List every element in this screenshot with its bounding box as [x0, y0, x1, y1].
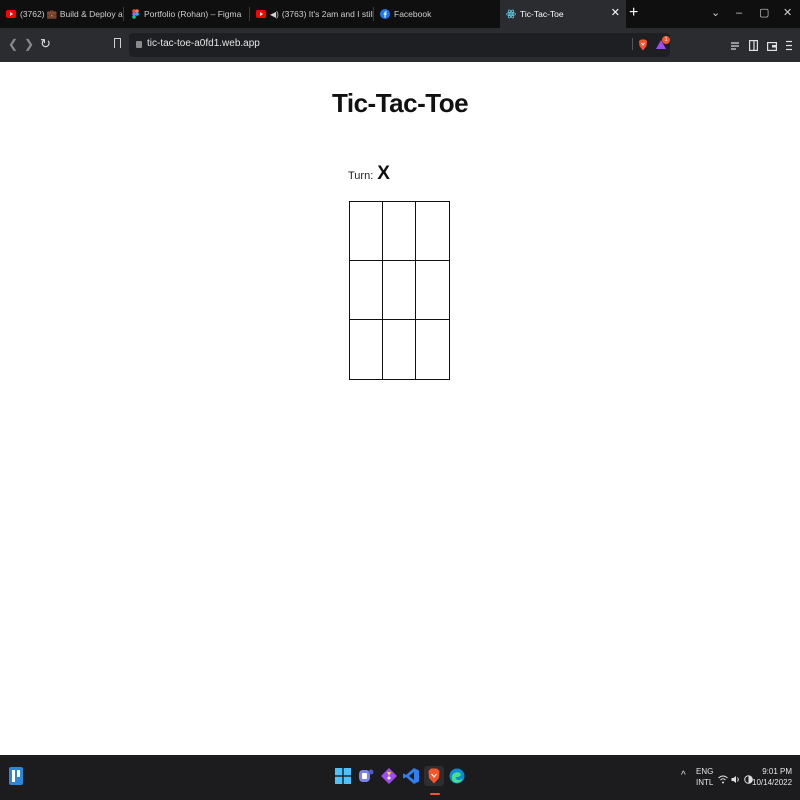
brave-icon[interactable] — [424, 766, 444, 786]
react-icon — [506, 9, 516, 19]
forward-icon[interactable]: ❯ — [24, 37, 34, 51]
widgets-icon[interactable] — [6, 766, 26, 786]
speaker-icon[interactable]: ◀) — [270, 10, 279, 19]
tab-youtube-2am[interactable]: ◀) (3763) It's 2am and I still miss you — [250, 0, 374, 28]
bookmark-icon[interactable] — [114, 38, 121, 48]
volume-icon[interactable] — [731, 771, 741, 789]
board-cell[interactable] — [383, 202, 416, 261]
active-app-indicator — [430, 793, 440, 795]
reload-icon[interactable]: ↻ — [40, 36, 51, 52]
close-window-button[interactable]: ✕ — [783, 6, 792, 20]
menu-icon[interactable] — [786, 38, 796, 51]
back-icon[interactable]: ❮ — [8, 37, 18, 51]
teams-icon[interactable] — [356, 766, 376, 786]
restore-button[interactable]: ▢ — [759, 6, 769, 20]
facebook-icon — [380, 9, 390, 19]
sidebar-icon[interactable] — [749, 38, 759, 52]
minimize-button[interactable]: – — [736, 6, 742, 20]
board-cell[interactable] — [383, 261, 416, 320]
rewards-badge: 1 — [662, 36, 670, 44]
page-title: Tic-Tac-Toe — [331, 88, 469, 118]
board-cell[interactable] — [350, 261, 383, 320]
board-cell[interactable] — [416, 202, 449, 261]
language-indicator[interactable]: ENG INTL — [696, 766, 713, 788]
turn-value: X — [377, 163, 390, 184]
git-icon[interactable] — [379, 766, 399, 786]
board-cell[interactable] — [350, 202, 383, 261]
tab-facebook[interactable]: Facebook — [374, 0, 500, 28]
clock[interactable]: 9:01 PM 10/14/2022 — [752, 766, 792, 788]
tab-title: (3763) It's 2am and I still miss you — [281, 9, 374, 19]
board-cell[interactable] — [416, 261, 449, 320]
tab-search-dropdown-icon[interactable]: ⌄ — [711, 6, 720, 20]
game-board — [349, 201, 450, 380]
close-tab-icon[interactable]: ✕ — [611, 6, 620, 19]
windows-taskbar — [0, 755, 800, 800]
tab-strip: (3762) 💼 Build & Deploy a Respons Portfo… — [0, 0, 800, 28]
tab-title: (3762) 💼 Build & Deploy a Respons — [20, 8, 124, 19]
time-text: 9:01 PM — [762, 767, 792, 776]
turn-indicator: Turn: X — [348, 163, 390, 185]
wallet-icon[interactable] — [767, 38, 778, 52]
start-icon[interactable] — [333, 766, 353, 786]
turn-label: Turn: — [348, 170, 374, 182]
tab-title: Portfolio (Rohan) – Figma — [144, 9, 242, 19]
board-cell[interactable] — [350, 320, 383, 379]
brave-shields-icon[interactable] — [638, 38, 648, 51]
language-line1: ENG — [696, 767, 714, 776]
new-tab-button[interactable]: + — [629, 4, 638, 22]
tab-tic-tac-toe[interactable]: Tic-Tac-Toe ✕ — [500, 0, 626, 28]
edge-icon[interactable] — [447, 766, 467, 786]
tab-title: Tic-Tac-Toe — [520, 9, 564, 19]
wifi-icon[interactable] — [718, 771, 728, 789]
date-text: 10/14/2022 — [752, 778, 793, 787]
youtube-icon — [6, 9, 16, 19]
lock-icon[interactable] — [136, 41, 142, 48]
youtube-icon — [256, 9, 266, 19]
show-hidden-icons-icon[interactable]: ^ — [681, 770, 686, 781]
tab-title: Facebook — [394, 9, 432, 19]
board-cell[interactable] — [383, 320, 416, 379]
figma-icon — [130, 9, 140, 19]
tab-youtube-build-deploy[interactable]: (3762) 💼 Build & Deploy a Respons — [0, 0, 124, 28]
reading-list-icon[interactable] — [731, 38, 741, 50]
url-text[interactable]: tic-tac-toe-a0fd1.web.app — [147, 38, 260, 49]
vscode-icon[interactable] — [401, 766, 421, 786]
language-line2: INTL — [696, 778, 714, 787]
board-cell[interactable] — [416, 320, 449, 379]
tab-figma-portfolio[interactable]: Portfolio (Rohan) – Figma — [124, 0, 250, 28]
